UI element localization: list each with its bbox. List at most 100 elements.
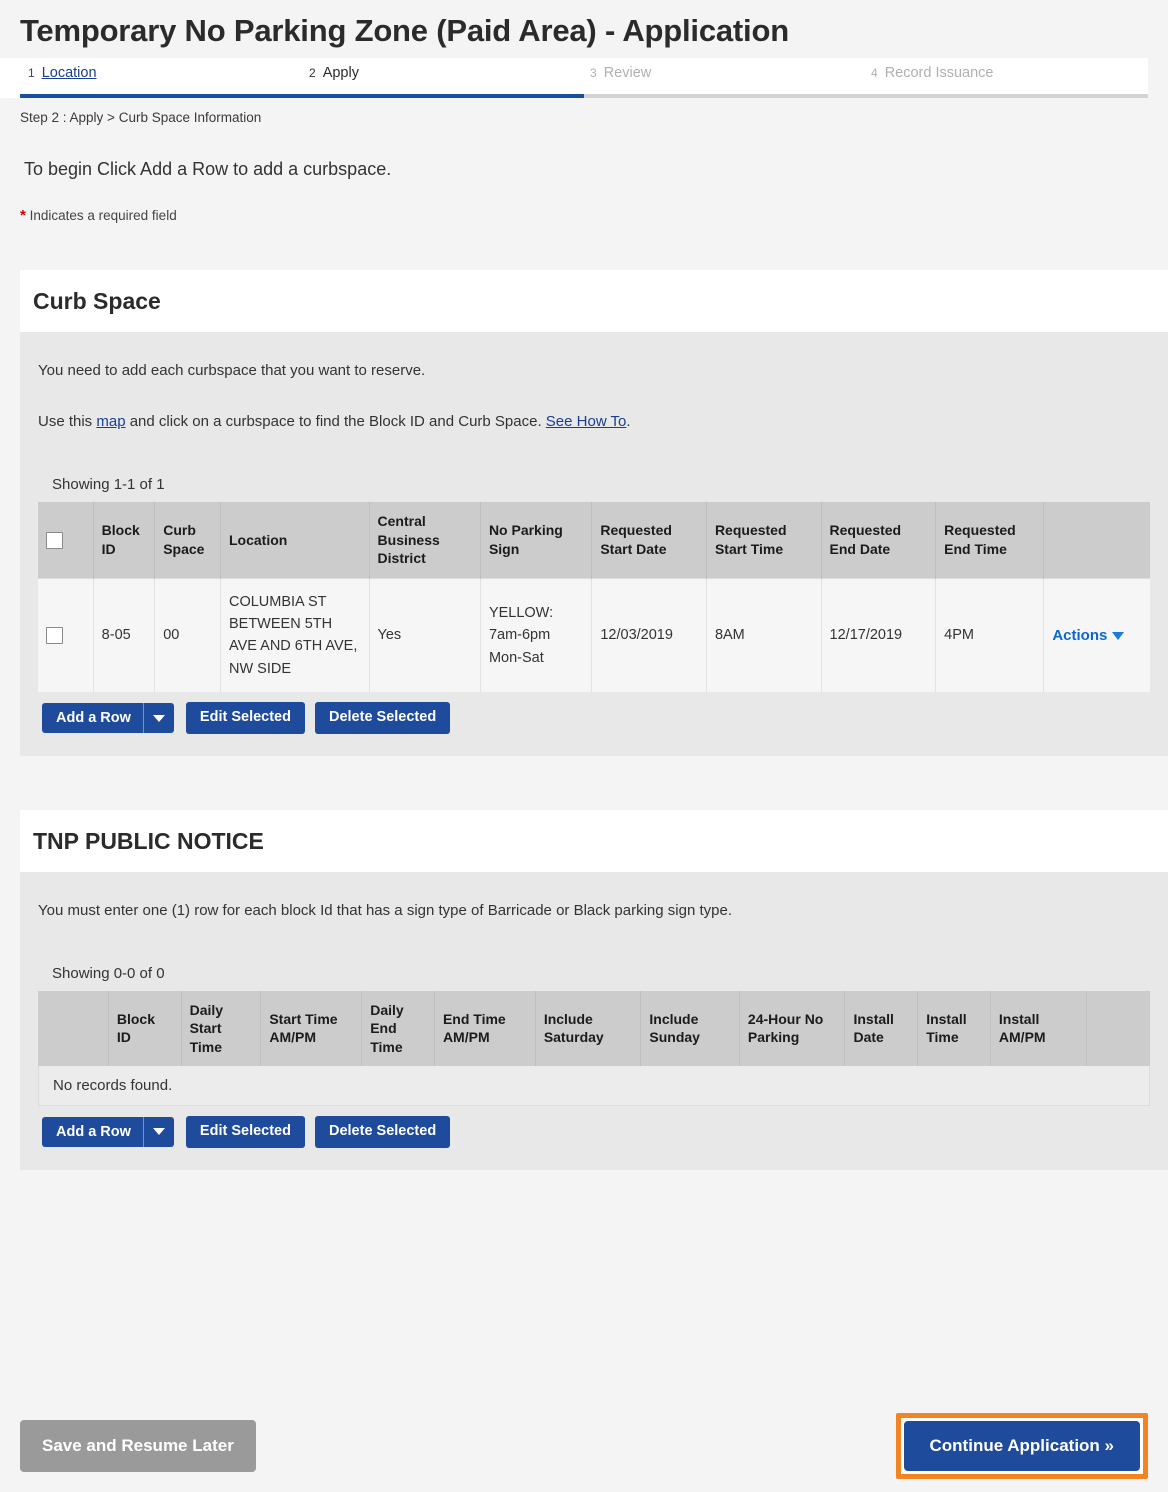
- select-all-checkbox[interactable]: [46, 532, 63, 550]
- row-select-cell: [38, 577, 94, 693]
- cell-curb-space: 00: [154, 577, 221, 693]
- col-daily-end-time: Daily End Time: [361, 990, 435, 1067]
- col-end-time-ampm: End Time AM/PM: [434, 990, 536, 1067]
- text-pre: Use this: [38, 413, 97, 431]
- chevron-down-icon: [152, 1128, 165, 1136]
- map-link[interactable]: map: [96, 413, 125, 430]
- step-label: Review: [603, 65, 652, 82]
- chevron-down-icon: [1112, 631, 1125, 640]
- curb-space-showing-count: Showing 1-1 of 1: [52, 476, 165, 494]
- add-a-row-dropdown-toggle[interactable]: [144, 703, 174, 733]
- step-number: 3: [590, 66, 597, 81]
- tnp-public-notice-title: TNP PUBLIC NOTICE: [33, 827, 264, 854]
- col-location: Location: [220, 502, 370, 578]
- tnp-add-a-row-dropdown-toggle[interactable]: [144, 1117, 174, 1147]
- tnp-add-a-row-button[interactable]: Add a Row: [42, 1116, 144, 1147]
- tnp-add-a-row-split-button[interactable]: Add a Row: [42, 1116, 174, 1147]
- actions-menu-button[interactable]: Actions: [1052, 626, 1125, 644]
- actions-label: Actions: [1052, 626, 1108, 644]
- text-mid: and click on a curbspace to find the Blo…: [125, 413, 546, 431]
- curb-space-body: You need to add each curbspace that you …: [20, 332, 1168, 756]
- cell-actions: Actions: [1043, 577, 1150, 693]
- curb-space-text-1: You need to add each curbspace that you …: [38, 362, 426, 380]
- step-label: Record Issuance: [884, 65, 994, 82]
- wizard-step-apply[interactable]: 2 Apply: [281, 65, 562, 81]
- tnp-empty-message: No records found.: [38, 1066, 1150, 1107]
- tnp-public-notice-header: TNP PUBLIC NOTICE: [20, 809, 1168, 872]
- step-wizard: 1 Location 2 Apply 3 Review 4 Record Issuanc…: [0, 58, 1148, 99]
- curb-space-table: Block ID Curb Space Location Central Bus…: [38, 502, 1150, 693]
- curb-space-header: Curb Space: [20, 270, 1168, 333]
- delete-selected-button[interactable]: Delete Selected: [314, 702, 451, 734]
- col-tnp-actions: [1086, 990, 1150, 1067]
- col-actions: [1043, 502, 1150, 578]
- table-row: 8-05 00 COLUMBIA ST BETWEEN 5TH AVE AND …: [38, 577, 1150, 693]
- add-a-row-button[interactable]: Add a Row: [42, 703, 144, 734]
- tnp-showing-count: Showing 0-0 of 0: [52, 964, 165, 982]
- tnp-button-row: Add a Row Edit Selected Delete Selected: [38, 1106, 1150, 1148]
- curb-space-text-2: Use this map and click on a curbspace to…: [38, 379, 1150, 430]
- cell-requested-end-time: 4PM: [935, 577, 1045, 693]
- curb-space-title: Curb Space: [33, 288, 161, 315]
- add-a-row-split-button[interactable]: Add a Row: [42, 703, 174, 734]
- tnp-notice-table: Block ID Daily Start Time Start Time AM/…: [38, 990, 1150, 1067]
- required-note-text: Indicates a required field: [29, 208, 177, 224]
- col-block-id: Block ID: [93, 502, 156, 578]
- tnp-header-row: Block ID Daily Start Time Start Time AM/…: [38, 990, 1150, 1067]
- col-start-time-ampm: Start Time AM/PM: [260, 990, 363, 1067]
- cell-requested-end-date: 12/17/2019: [821, 577, 937, 693]
- cell-block-id: 8-05: [93, 577, 156, 693]
- breadcrumb: Step 2 : Apply > Curb Space Information: [20, 110, 262, 126]
- col-requested-end-date: Requested End Date: [821, 502, 937, 578]
- col-24-hour-no-parking: 24-Hour No Parking: [739, 990, 846, 1067]
- progress-fill: [20, 94, 584, 99]
- step-number: 4: [871, 66, 878, 81]
- cell-requested-start-date: 12/03/2019: [591, 577, 707, 693]
- col-daily-start-time: Daily Start Time: [181, 990, 262, 1067]
- tnp-public-notice-section: TNP PUBLIC NOTICE You must enter one (1)…: [20, 809, 1168, 1170]
- wizard-step-record-issuance: 4 Record Issuance: [843, 65, 1124, 81]
- col-no-parking-sign: No Parking Sign: [480, 502, 593, 578]
- tnp-delete-selected-button[interactable]: Delete Selected: [314, 1116, 451, 1148]
- cell-location: COLUMBIA ST BETWEEN 5TH AVE AND 6TH AVE,…: [220, 577, 370, 693]
- step-number: 2: [309, 66, 316, 81]
- text-post: .: [626, 413, 631, 431]
- cell-no-parking-sign: YELLOW: 7am-6pm Mon-Sat: [480, 577, 593, 693]
- step-label[interactable]: Location: [42, 65, 97, 81]
- cell-central-business-district: Yes: [369, 577, 481, 693]
- tnp-select-all-header: [38, 990, 109, 1067]
- col-include-sunday: Include Sunday: [640, 990, 740, 1067]
- wizard-step-review: 3 Review: [562, 65, 843, 81]
- col-block-id: Block ID: [108, 990, 182, 1067]
- progress-track: [20, 94, 1148, 99]
- col-install-time: Install Time: [917, 990, 991, 1067]
- col-central-business-district: Central Business District: [369, 502, 481, 578]
- tnp-public-notice-body: You must enter one (1) row for each bloc…: [20, 871, 1168, 1170]
- col-curb-space: Curb Space: [154, 502, 221, 578]
- wizard-step-location[interactable]: 1 Location: [0, 65, 281, 81]
- required-asterisk: *: [20, 207, 26, 225]
- tnp-edit-selected-button[interactable]: Edit Selected: [185, 1116, 305, 1148]
- step-label: Apply: [322, 65, 359, 82]
- save-and-resume-later-button[interactable]: Save and Resume Later: [20, 1420, 256, 1472]
- tnp-notice-text-1: You must enter one (1) row for each bloc…: [38, 901, 732, 919]
- cell-requested-start-time: 8AM: [706, 577, 822, 693]
- required-field-note: * Indicates a required field: [0, 180, 1168, 224]
- col-requested-end-time: Requested End Time: [935, 502, 1045, 578]
- edit-selected-button[interactable]: Edit Selected: [185, 702, 305, 734]
- col-requested-start-time: Requested Start Time: [706, 502, 822, 578]
- page-title: Temporary No Parking Zone (Paid Area) - …: [20, 13, 789, 48]
- curb-space-header-row: Block ID Curb Space Location Central Bus…: [38, 502, 1150, 578]
- col-install-ampm: Install AM/PM: [990, 990, 1088, 1067]
- see-how-to-link[interactable]: See How To: [546, 413, 627, 430]
- col-include-saturday: Include Saturday: [535, 990, 642, 1067]
- col-requested-start-date: Requested Start Date: [591, 502, 707, 578]
- curb-space-button-row: Add a Row Edit Selected Delete Selected: [38, 692, 1150, 734]
- intro-instruction: To begin Click Add a Row to add a curbsp…: [24, 159, 392, 180]
- curb-space-section: Curb Space You need to add each curbspac…: [20, 270, 1168, 756]
- col-install-date: Install Date: [844, 990, 919, 1067]
- footer-action-bar: Save and Resume Later Continue Applicati…: [0, 1400, 1168, 1492]
- select-all-header: [38, 502, 94, 578]
- continue-application-button[interactable]: Continue Application »: [903, 1421, 1140, 1471]
- row-checkbox[interactable]: [46, 626, 63, 644]
